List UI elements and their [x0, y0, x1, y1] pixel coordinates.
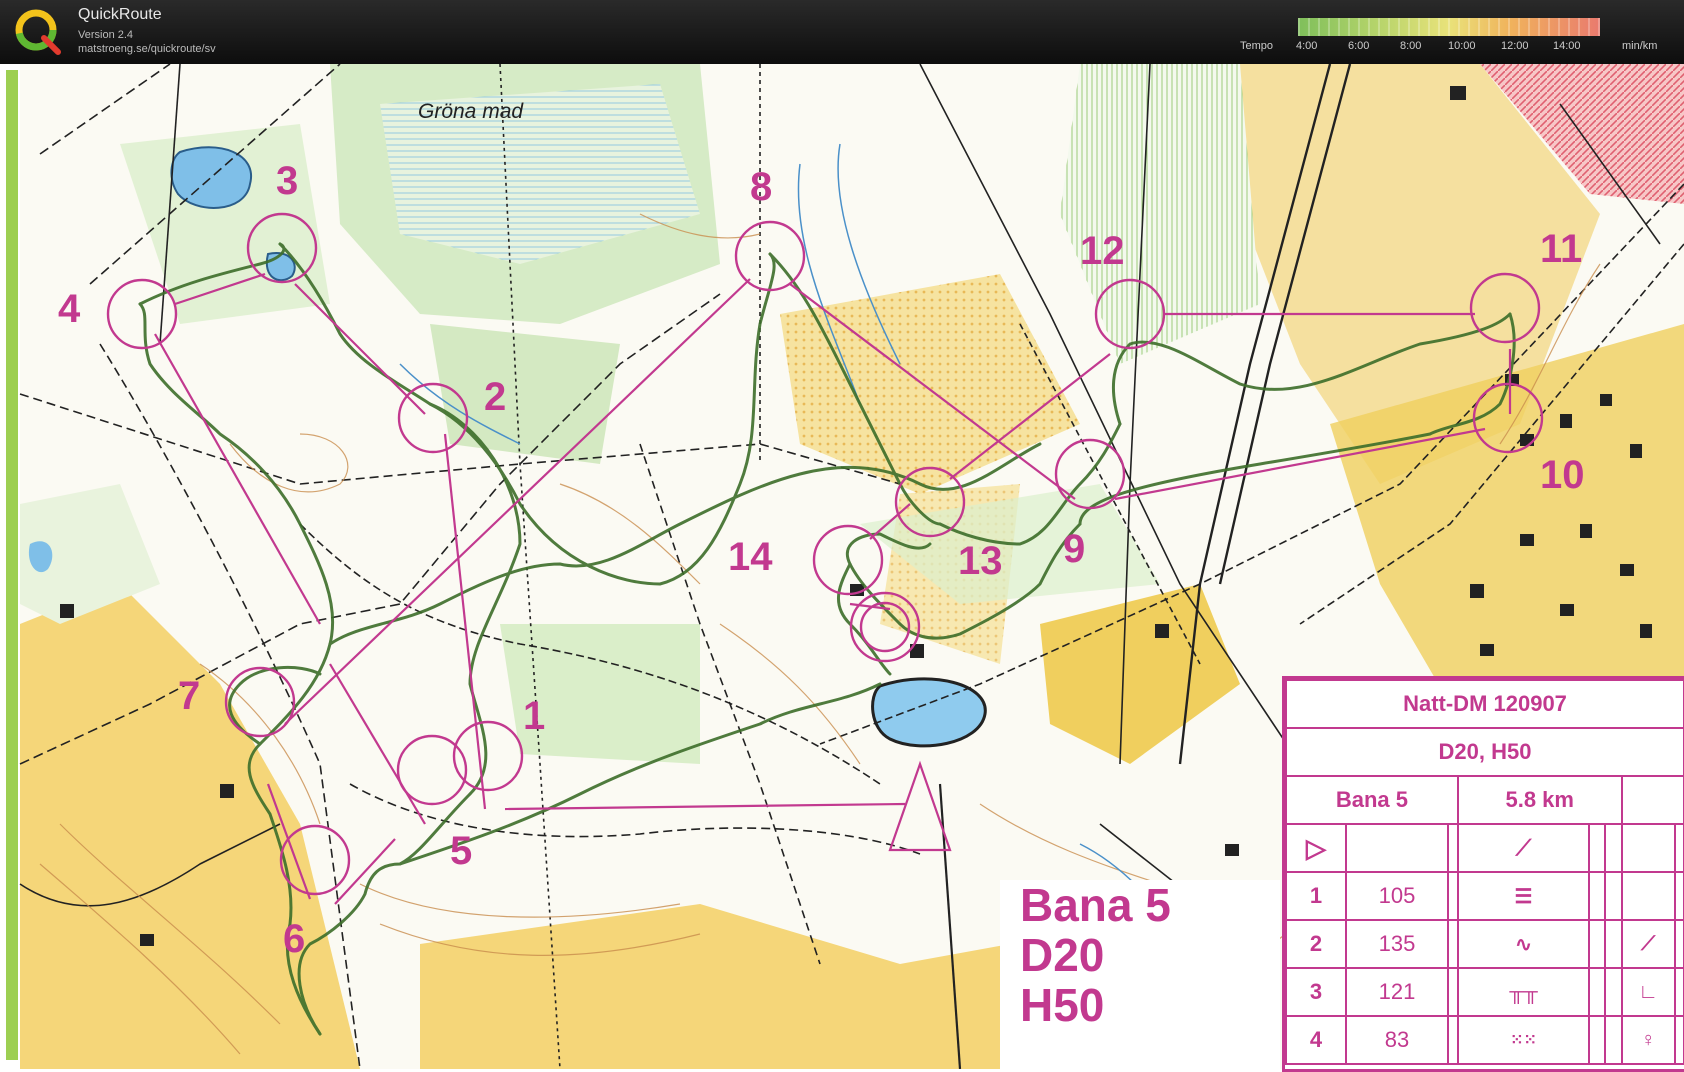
- course-title-line: D20: [1020, 929, 1105, 981]
- control-row-number: 2: [1284, 919, 1348, 969]
- app-title: QuickRoute: [78, 6, 162, 23]
- app-header: QuickRoute Version 2.4 matstroeng.se/qui…: [0, 0, 1684, 64]
- quickroute-logo-icon: [15, 9, 61, 55]
- control-row-number: 1: [1284, 871, 1348, 921]
- course-title-block: Bana 5 D20 H50: [1000, 880, 1280, 1069]
- course-length: 5.8 km: [1456, 775, 1623, 825]
- control-number-5: 5: [450, 829, 472, 873]
- control-number-7: 7: [178, 674, 200, 718]
- control-description-card: Natt-DM 120907 D20, H50 Bana 5 5.8 km ▷ …: [1282, 676, 1684, 1072]
- tempo-tick: 12:00: [1501, 40, 1529, 52]
- control-row-code: 135: [1345, 919, 1449, 969]
- map-border: [6, 70, 18, 1060]
- control-number-10: 10: [1540, 453, 1585, 497]
- control-number-3: 3: [276, 159, 298, 203]
- path-symbol-icon: ⟋: [1456, 823, 1591, 873]
- marsh-symbol-icon: ☰: [1456, 871, 1591, 921]
- control-number-8: 8: [750, 165, 772, 209]
- control-number-9: 9: [1063, 527, 1085, 571]
- control-number-4: 4: [58, 287, 81, 331]
- stony-ground-symbol-icon: ⁙⁙: [1456, 1015, 1591, 1065]
- lower-part-symbol-icon: ∟: [1620, 967, 1676, 1017]
- control-row-number: 4: [1284, 1015, 1348, 1065]
- event-name: Natt-DM 120907: [1285, 679, 1684, 729]
- start-triangle-icon: ▷: [1284, 823, 1348, 873]
- course-name: Bana 5: [1285, 775, 1459, 825]
- course-title-line: Bana 5: [1020, 879, 1171, 931]
- tempo-tick: 10:00: [1448, 40, 1476, 52]
- tempo-tick: 4:00: [1296, 40, 1318, 52]
- place-name-label: Gröna mad: [418, 100, 524, 123]
- control-row-code: 83: [1345, 1015, 1449, 1065]
- tempo-unit: min/km: [1622, 40, 1658, 52]
- control-number-12: 12: [1080, 229, 1125, 273]
- tempo-tick: 14:00: [1553, 40, 1581, 52]
- control-number-2: 2: [484, 375, 506, 419]
- tempo-color-scale: [1298, 18, 1600, 36]
- control-number-14: 14: [728, 535, 773, 579]
- control-number-6: 6: [283, 917, 305, 961]
- corner-symbol-icon: ⟋: [1620, 919, 1676, 969]
- control-number-13: 13: [958, 539, 1003, 583]
- control-row-code: 121: [1345, 967, 1449, 1017]
- app-url: matstroeng.se/quickroute/sv: [78, 43, 216, 55]
- control-number-1: 1: [523, 694, 545, 738]
- tempo-tick: 8:00: [1400, 40, 1422, 52]
- foot-symbol-icon: ♀: [1620, 1015, 1676, 1065]
- app-version: Version 2.4: [78, 29, 134, 41]
- control-row-number: 3: [1284, 967, 1348, 1017]
- control-number-11: 11: [1540, 227, 1582, 271]
- event-classes: D20, H50: [1285, 727, 1684, 777]
- ditch-symbol-icon: ∿: [1456, 919, 1591, 969]
- tempo-label: Tempo: [1240, 40, 1274, 52]
- fence-symbol-icon: ╥╥: [1456, 967, 1591, 1017]
- tempo-tick: 6:00: [1348, 40, 1370, 52]
- course-title-line: H50: [1020, 979, 1105, 1031]
- control-row-code: 105: [1345, 871, 1449, 921]
